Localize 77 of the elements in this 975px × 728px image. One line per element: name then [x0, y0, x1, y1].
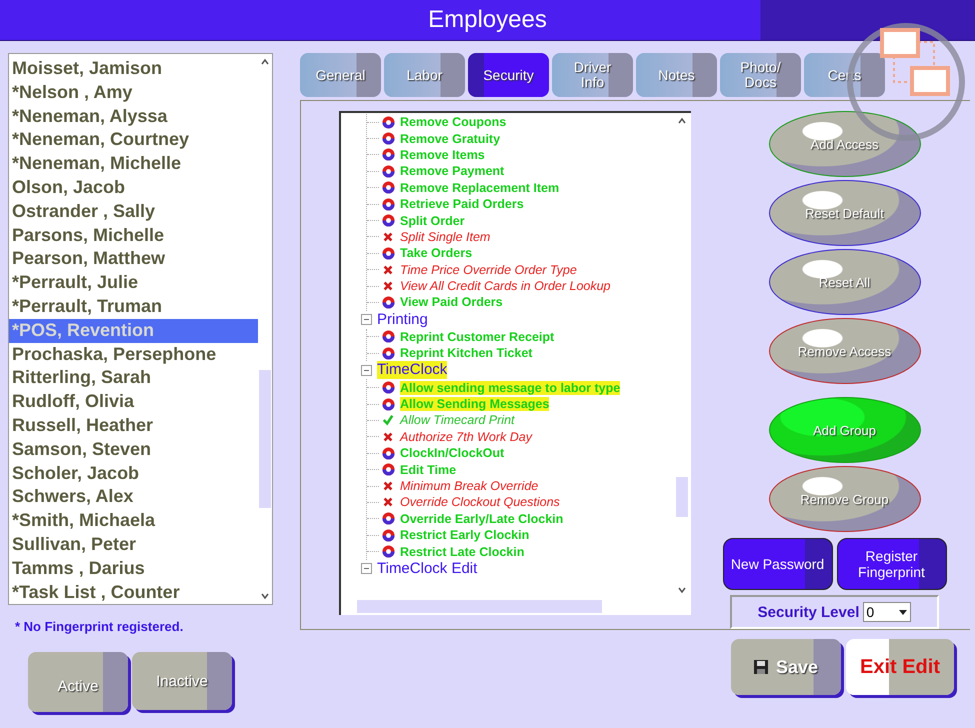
tab[interactable]: Security [468, 53, 549, 97]
new-password-button[interactable]: New Password [722, 538, 832, 590]
exit-edit-button[interactable]: Exit Edit [846, 639, 954, 695]
permission-item[interactable]: Time Price Override Order Type [400, 262, 577, 277]
access-icon [382, 164, 395, 178]
cross-icon [382, 430, 394, 443]
permission-item[interactable]: View All Credit Cards in Order Lookup [400, 279, 611, 294]
footnote: * No Fingerprint registered. [15, 619, 184, 634]
access-icon [382, 214, 395, 228]
access-icon [382, 198, 395, 211]
access-icon [382, 545, 395, 558]
employee-item[interactable]: Ostrander , Sally [9, 200, 258, 224]
employee-item[interactable]: *Neneman, Courtney [9, 128, 258, 152]
employee-item[interactable]: Pearson, Matthew [9, 247, 258, 272]
employee-item[interactable]: Prochaska, Persephone [9, 342, 258, 366]
permission-item[interactable]: Override Clockout Questions [400, 495, 560, 510]
employee-item[interactable]: *Nelson , Amy [9, 80, 258, 105]
access-icon [382, 346, 395, 360]
access-icon [382, 132, 395, 146]
employee-item[interactable]: Moisset, Jamison [9, 57, 258, 81]
employee-item[interactable]: *Perrault, Julie [9, 271, 258, 295]
employee-item[interactable]: Samson, Steven [9, 438, 258, 462]
window-title: Employees [428, 6, 547, 34]
employee-item[interactable]: Ritterling, Sarah [9, 366, 258, 390]
employee-item[interactable]: Sullivan, Peter [9, 532, 258, 557]
employee-item[interactable]: Olson, Jacob [9, 176, 258, 200]
access-icon [382, 381, 395, 394]
access-icon [382, 148, 395, 162]
employee-item[interactable]: *Neneman, Alyssa [9, 104, 258, 128]
check-icon [382, 414, 394, 426]
access-icon [382, 296, 395, 309]
access-icon [382, 463, 395, 476]
scroll-thumb[interactable] [676, 477, 688, 517]
collapse-icon[interactable] [361, 314, 372, 326]
cross-icon [382, 230, 394, 243]
group-label[interactable]: TimeClock Edit [377, 560, 478, 578]
permission-item[interactable]: Authorize 7th Work Day [400, 430, 532, 444]
employee-item[interactable]: Tamms , Darius [9, 556, 258, 581]
employee-item[interactable]: *Perrault, Truman [9, 294, 258, 319]
access-icon [382, 181, 395, 194]
caret-icon [899, 610, 908, 614]
employee-item[interactable]: Rudloff, Olivia [9, 390, 258, 414]
employee-item[interactable]: *Task List , Counter [9, 580, 258, 604]
permission-item[interactable]: Allow Timecard Print [400, 413, 515, 428]
employee-item[interactable]: Schwers, Alex [9, 485, 258, 510]
employee-item[interactable]: *Neneman, Michelle [9, 152, 258, 176]
scroll-down-icon[interactable] [260, 591, 270, 601]
scroll-thumb[interactable] [259, 370, 271, 508]
cross-icon [382, 480, 394, 492]
access-icon [382, 512, 395, 526]
employee-item[interactable]: Parsons, Michelle [9, 224, 258, 248]
scroll-thumb[interactable] [357, 600, 602, 613]
register-fingerprint-button[interactable]: Register Fingerprint [836, 538, 946, 590]
access-icon [382, 398, 395, 411]
security-level-dropdown[interactable]: 0 [863, 602, 912, 622]
employee-item[interactable]: *POS, Revention [9, 318, 258, 343]
group-label[interactable]: Printing [377, 310, 428, 329]
scroll-down-icon[interactable] [677, 585, 687, 595]
access-icon [382, 528, 395, 542]
floppy-icon [754, 660, 768, 674]
cross-icon [382, 496, 394, 508]
employee-item[interactable]: *Smith, Michaela [9, 509, 258, 533]
employee-item[interactable]: Scholer, Jacob [9, 462, 258, 486]
cross-icon [382, 264, 394, 276]
security-level-label: Security Level [758, 604, 860, 620]
scroll-up-icon[interactable] [677, 116, 687, 126]
permission-item[interactable]: Split Single Item [400, 230, 490, 244]
scroll-up-icon[interactable] [260, 57, 270, 67]
collapse-icon[interactable] [361, 364, 372, 376]
access-icon [382, 446, 395, 460]
cross-icon [382, 280, 394, 292]
access-icon [382, 116, 395, 129]
collapse-icon[interactable] [361, 563, 372, 574]
permission-item[interactable]: Minimum Break Override [400, 479, 538, 493]
employee-item[interactable]: Russell, Heather [9, 414, 258, 438]
access-icon [382, 246, 395, 260]
access-icon [382, 330, 395, 344]
